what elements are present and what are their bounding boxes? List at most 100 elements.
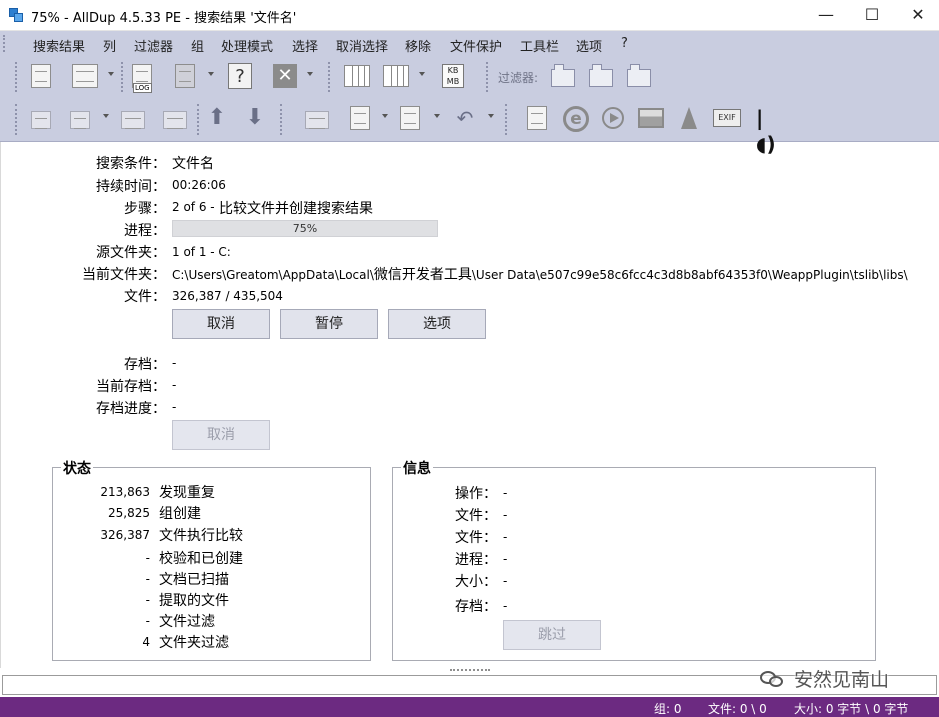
stat-file-filter-count: - [145, 614, 150, 628]
skip-button[interactable]: 跳过 [503, 620, 601, 650]
current-folder-path-b: 微信开发者工具 [373, 267, 472, 283]
menu-process-mode[interactable]: 处理模式 [221, 36, 273, 55]
maximize-button[interactable]: ☐ [849, 0, 895, 31]
wechat-icon [760, 669, 786, 689]
toolbar-grip [15, 62, 18, 92]
toolbar-separator [197, 104, 200, 135]
menu-toolbar[interactable]: 工具栏 [520, 36, 559, 55]
menu-deselect[interactable]: 取消选择 [336, 36, 388, 55]
menu-help[interactable]: ? [621, 36, 628, 51]
menu-filters[interactable]: 过滤器 [134, 36, 173, 55]
current-archive-value: - [172, 378, 177, 392]
archive-cancel-button[interactable]: 取消 [172, 420, 270, 450]
check-file-icon[interactable] [345, 103, 375, 135]
browser-icon[interactable]: e [560, 103, 590, 135]
redo-dropdown-icon[interactable] [103, 114, 109, 118]
columns-icon[interactable] [342, 61, 372, 93]
stat-duplicates-count: 213,863 [100, 485, 150, 499]
log-label: LOG [133, 83, 152, 93]
preview-icon[interactable] [70, 61, 100, 93]
filter-unchecked-icon[interactable] [624, 61, 654, 93]
info-operation-label: 操作： [455, 486, 497, 502]
watermark: 安然见南山 [760, 664, 930, 694]
step-value: 2 of 6 - [172, 200, 215, 214]
stat-scanned-count: - [145, 572, 150, 586]
filter-label: 过滤器: [498, 71, 539, 85]
delete-file-icon[interactable] [26, 61, 56, 93]
filesize-units-icon[interactable]: KB MB [438, 61, 468, 93]
title-bar: 75% - AllDup 4.5.33 PE - 搜索结果 '文件名' — ☐ … [0, 0, 939, 31]
menu-options[interactable]: 选项 [576, 36, 602, 55]
close-icon[interactable]: ✕ [270, 61, 300, 93]
media-player-icon[interactable] [598, 103, 628, 135]
menu-file-protection[interactable]: 文件保护 [450, 36, 502, 55]
check-dropdown-icon[interactable] [382, 114, 388, 118]
watermark-text: 安然见南山 [794, 669, 890, 691]
current-folder-path-c: \User Data\e507c99e58c6fcc4c3d8b8abf6435… [471, 268, 908, 282]
redo-icon[interactable] [65, 103, 95, 135]
menu-columns[interactable]: 列 [103, 36, 116, 55]
close-dropdown-icon[interactable] [307, 72, 313, 76]
undo-icon[interactable] [26, 103, 56, 135]
menu-bar: 搜索结果 列 过滤器 组 处理模式 选择 取消选择 移除 文件保护 工具栏 选项… [0, 31, 939, 56]
file-icon[interactable] [395, 103, 425, 135]
move-up-icon[interactable]: ⬆ [202, 103, 232, 135]
info-progress-label: 进程： [455, 552, 497, 568]
stat-compared-label: 文件执行比较 [159, 528, 243, 544]
current-folder-value: C:\Users\Greatom\AppData\Local\微信开发者工具\U… [172, 264, 910, 284]
info-size-value: - [503, 574, 508, 588]
toolbar-separator [328, 62, 331, 92]
folder-settings-icon[interactable] [302, 103, 332, 135]
image-viewer-icon[interactable] [636, 103, 666, 135]
info-size-label: 大小： [455, 574, 497, 590]
vlc-icon[interactable] [674, 103, 704, 135]
options-button[interactable]: 选项 [388, 309, 486, 339]
info-archive-label: 存档： [455, 599, 497, 615]
column-width-icon[interactable] [381, 61, 411, 93]
menu-remove[interactable]: 移除 [405, 36, 431, 55]
undo-dropdown-icon[interactable] [488, 114, 494, 118]
duration-label: 持续时间： [96, 179, 166, 195]
current-folder-label: 当前文件夹： [82, 267, 166, 283]
filter-checked-icon[interactable] [586, 61, 616, 93]
archive-progress-value: - [172, 400, 177, 414]
menu-groups[interactable]: 组 [191, 36, 204, 55]
stat-folder-filter-label: 文件夹过滤 [159, 635, 229, 651]
source-folder-label: 源文件夹： [96, 245, 166, 261]
window-title: 75% - AllDup 4.5.33 PE - 搜索结果 '文件名' [31, 11, 297, 26]
save-dropdown-icon[interactable] [208, 72, 214, 76]
close-window-button[interactable]: ✕ [895, 0, 939, 31]
app-icon [9, 8, 23, 22]
stat-groups-count: 25,825 [108, 506, 150, 520]
status-files: 文件: 0 \ 0 [708, 702, 767, 716]
exif-icon[interactable]: EXIF [712, 103, 742, 135]
menu-search-results[interactable]: 搜索结果 [33, 36, 85, 55]
search-condition-label: 搜索条件： [96, 156, 166, 172]
step-description: 比较文件并创建搜索结果 [219, 201, 373, 217]
info-progress-value: - [503, 552, 508, 566]
log-icon[interactable]: LOG [127, 61, 157, 93]
toolbar-separator [280, 104, 283, 135]
progress-label: 进程： [124, 223, 166, 239]
menu-select[interactable]: 选择 [292, 36, 318, 55]
expand-icon[interactable] [118, 103, 148, 135]
preview-dropdown-icon[interactable] [108, 72, 114, 76]
collapse-icon[interactable] [160, 103, 190, 135]
status-groups: 组: 0 [654, 702, 682, 716]
cancel-button[interactable]: 取消 [172, 309, 270, 339]
minimize-button[interactable]: — [803, 0, 849, 31]
text-viewer-icon[interactable] [522, 103, 552, 135]
filter-icon[interactable] [548, 61, 578, 93]
stat-extracted-label: 提取的文件 [159, 593, 229, 609]
info-file2-label: 文件： [455, 530, 497, 546]
file-dropdown-icon[interactable] [434, 114, 440, 118]
save-icon[interactable] [170, 61, 200, 93]
help-icon[interactable]: ? [225, 61, 255, 93]
duration-value: 00:26:06 [172, 178, 226, 192]
main-toolbar: LOG ? ✕ KB MB 过滤器: [0, 56, 939, 98]
column-dropdown-icon[interactable] [419, 72, 425, 76]
undo-action-icon[interactable]: ↶ [450, 103, 480, 135]
pause-button[interactable]: 暂停 [280, 309, 378, 339]
audio-icon[interactable]: |◖) [750, 103, 780, 156]
move-down-icon[interactable]: ⬇ [240, 103, 270, 135]
